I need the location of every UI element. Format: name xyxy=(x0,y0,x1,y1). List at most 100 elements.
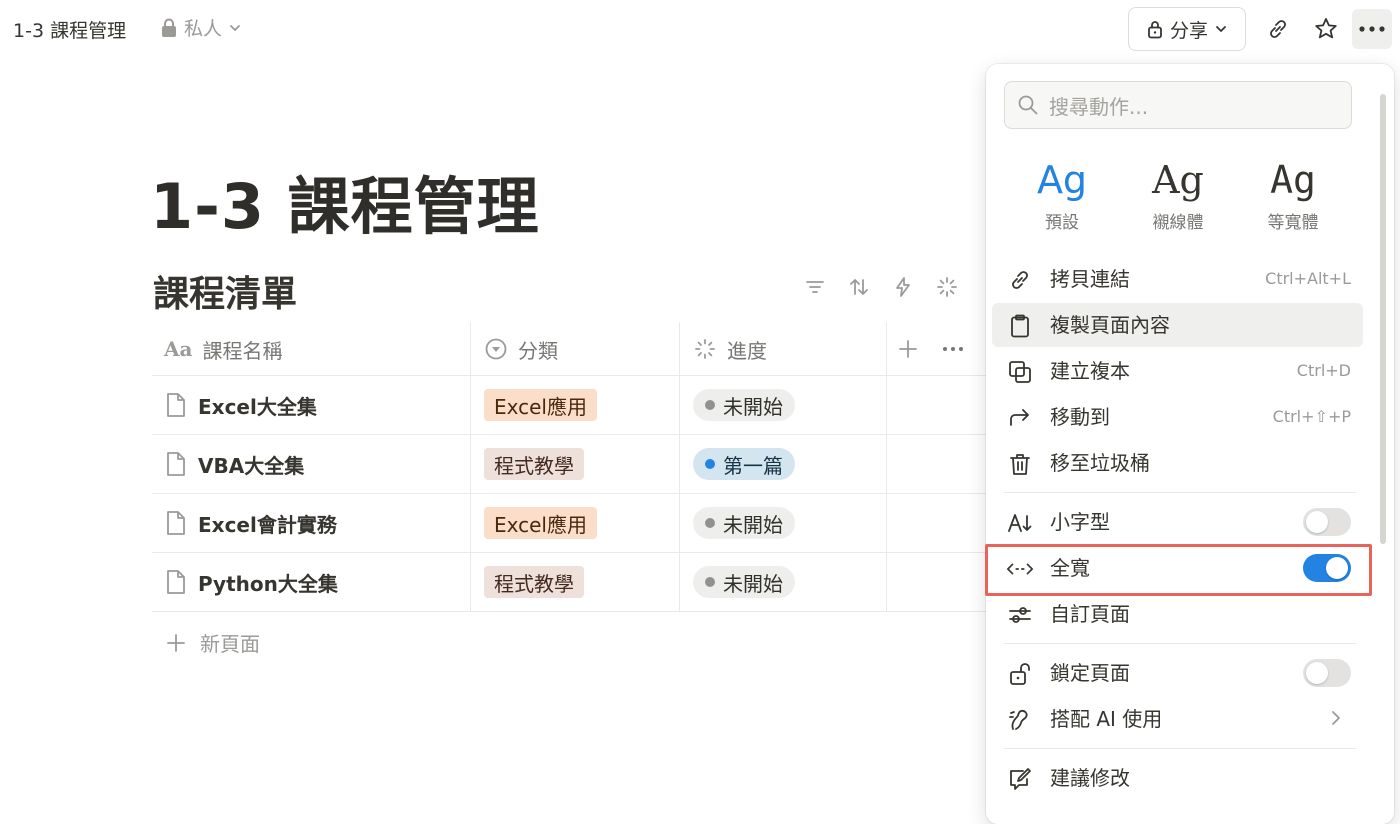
new-page-label: 新頁面 xyxy=(200,632,260,656)
status-badge[interactable]: 第一篇 xyxy=(693,448,795,480)
ai-autofill-button[interactable] xyxy=(932,272,962,302)
status-dot xyxy=(705,577,715,587)
menu-item-move-to[interactable]: 移動到 Ctrl+⇧+P xyxy=(992,395,1363,439)
menu-item-copy-content[interactable]: 複製頁面內容 xyxy=(992,303,1363,347)
menu-divider xyxy=(1004,643,1356,644)
top-bar: 1-3 課程管理 私人 分享 xyxy=(0,0,1400,58)
category-tag[interactable]: Excel應用 xyxy=(484,507,597,539)
table-row[interactable]: Excel會計實務 Excel應用 未開始 xyxy=(152,494,992,553)
sparkle-icon xyxy=(935,275,959,299)
font-option-default[interactable]: Ag 預設 xyxy=(1014,154,1110,233)
row-title[interactable]: Excel會計實務 xyxy=(164,494,337,552)
privacy-selector[interactable]: 私人 xyxy=(160,14,242,41)
status-badge[interactable]: 未開始 xyxy=(693,389,795,421)
arrow-turn-right-icon xyxy=(1006,404,1034,432)
menu-item-lock-page[interactable]: 鎖定頁面 xyxy=(992,651,1363,695)
status-badge[interactable]: 未開始 xyxy=(693,566,795,598)
page-icon xyxy=(164,509,188,537)
plus-icon xyxy=(898,339,918,359)
breadcrumb-page-title[interactable]: 1-3 課程管理 xyxy=(13,16,126,43)
add-property-button[interactable] xyxy=(898,322,918,376)
column-header-category[interactable]: 分類 xyxy=(484,322,558,376)
menu-item-copy-link[interactable]: 拷貝連結 Ctrl+Alt+L xyxy=(992,257,1363,301)
menu-item-use-with-ai[interactable]: 搭配 AI 使用 xyxy=(992,697,1363,741)
column-divider xyxy=(886,553,887,611)
status-label: 未開始 xyxy=(723,571,783,596)
privacy-label: 私人 xyxy=(184,18,223,40)
font-style-picker: Ag 預設 Ag 襯線體 Ag 等寬體 xyxy=(1016,154,1366,236)
menu-item-label: 移動到 xyxy=(1050,405,1110,429)
category-tag[interactable]: 程式教學 xyxy=(484,448,584,480)
text-property-icon: Aa xyxy=(164,337,193,361)
new-page-button[interactable]: 新頁面 xyxy=(166,628,260,657)
database-toolbar xyxy=(800,272,962,302)
status-badge[interactable]: 未開始 xyxy=(693,507,795,539)
column-header-label: 進度 xyxy=(727,338,767,363)
menu-item-duplicate[interactable]: 建立複本 Ctrl+D xyxy=(992,349,1363,393)
column-header-label: 分類 xyxy=(518,338,558,363)
automation-button[interactable] xyxy=(888,272,918,302)
share-button[interactable]: 分享 xyxy=(1128,7,1246,51)
menu-item-customize-page[interactable]: 自訂頁面 xyxy=(992,592,1363,636)
database-title[interactable]: 課程清單 xyxy=(153,265,297,317)
sliders-icon xyxy=(1006,601,1034,629)
column-divider xyxy=(886,322,887,375)
menu-item-suggest-edits[interactable]: 建議修改 xyxy=(992,756,1363,800)
row-title[interactable]: Python大全集 xyxy=(164,553,338,611)
column-divider xyxy=(679,494,680,552)
more-horizontal-icon xyxy=(942,346,964,352)
table-row[interactable]: Excel大全集 Excel應用 未開始 xyxy=(152,376,992,435)
more-horizontal-icon xyxy=(1358,25,1386,33)
page-actions-menu: 搜尋動作... Ag 預設 Ag 襯線體 Ag 等寬體 拷貝連結 Ctrl+Al… xyxy=(985,64,1394,824)
page-icon xyxy=(164,450,188,478)
menu-scrollbar[interactable] xyxy=(1380,94,1386,544)
small-text-toggle[interactable] xyxy=(1303,508,1351,536)
filter-button[interactable] xyxy=(800,272,830,302)
copy-link-button[interactable] xyxy=(1258,9,1298,49)
table-row[interactable]: VBA大全集 程式教學 第一篇 xyxy=(152,435,992,494)
row-title-text: VBA大全集 xyxy=(198,453,305,478)
highlight-box xyxy=(985,544,1372,596)
status-dot xyxy=(705,400,715,410)
shortcut-hint: Ctrl+Alt+L xyxy=(1265,269,1351,288)
sort-button[interactable] xyxy=(844,272,874,302)
menu-item-trash[interactable]: 移至垃圾桶 xyxy=(992,441,1363,485)
column-divider xyxy=(470,553,471,611)
star-icon xyxy=(1313,16,1339,42)
page-title[interactable]: 1-3 課程管理 xyxy=(150,156,540,246)
lock-page-toggle[interactable] xyxy=(1303,659,1351,687)
column-divider xyxy=(679,376,680,434)
toggle-knob xyxy=(1306,662,1328,684)
menu-divider xyxy=(1004,492,1356,493)
column-header-progress[interactable]: 進度 xyxy=(693,322,767,376)
menu-item-small-text[interactable]: 小字型 xyxy=(992,500,1363,544)
column-options-button[interactable] xyxy=(942,322,964,376)
toggle-knob xyxy=(1306,511,1328,533)
row-title-text: Excel大全集 xyxy=(198,394,317,419)
column-header-label: 課程名稱 xyxy=(202,338,283,363)
search-actions-input[interactable]: 搜尋動作... xyxy=(1004,81,1352,129)
category-tag[interactable]: 程式教學 xyxy=(484,566,584,598)
row-title[interactable]: Excel大全集 xyxy=(164,376,317,434)
status-property-icon xyxy=(693,337,717,361)
font-option-serif[interactable]: Ag 襯線體 xyxy=(1130,154,1226,233)
more-actions-button[interactable] xyxy=(1352,9,1392,49)
column-header-name[interactable]: Aa 課程名稱 xyxy=(164,322,282,376)
status-label: 未開始 xyxy=(723,512,783,537)
font-sample: Ag xyxy=(1270,158,1316,202)
menu-item-label: 小字型 xyxy=(1050,510,1110,534)
favorite-button[interactable] xyxy=(1306,9,1346,49)
font-sample: Ag xyxy=(1036,158,1088,202)
category-tag[interactable]: Excel應用 xyxy=(484,389,597,421)
font-option-label: 襯線體 xyxy=(1152,213,1204,233)
suggest-edit-icon xyxy=(1006,765,1034,793)
font-option-mono[interactable]: Ag 等寬體 xyxy=(1245,154,1341,233)
unlock-icon xyxy=(1006,660,1034,688)
shortcut-hint: Ctrl+D xyxy=(1296,361,1351,380)
clipboard-icon xyxy=(1006,312,1034,340)
menu-item-label: 複製頁面內容 xyxy=(1050,313,1170,337)
lightning-icon xyxy=(891,275,915,299)
table-row[interactable]: Python大全集 程式教學 未開始 xyxy=(152,553,992,612)
row-title[interactable]: VBA大全集 xyxy=(164,435,304,493)
menu-item-label: 鎖定頁面 xyxy=(1050,661,1130,685)
